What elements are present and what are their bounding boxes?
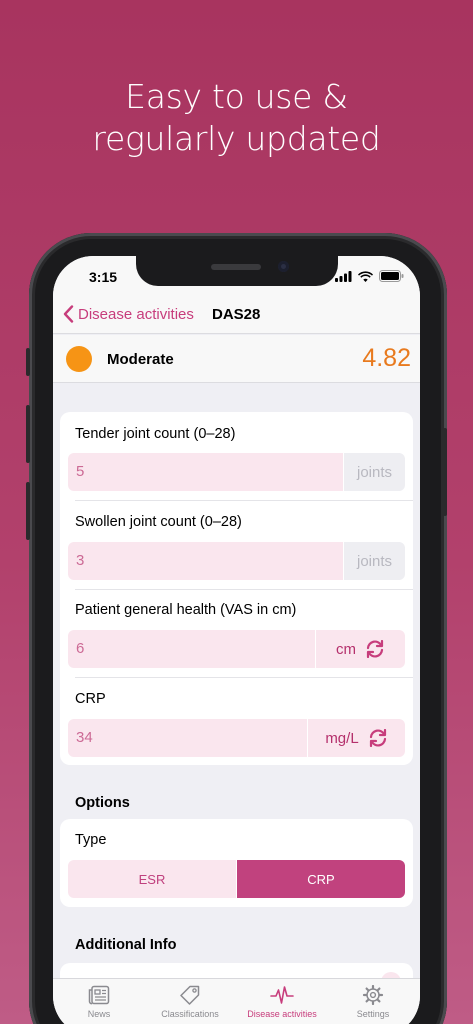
volume-up-button	[26, 405, 30, 463]
options-card: Type ESR CRP	[60, 819, 413, 907]
score-summary: Moderate 4.82	[53, 335, 420, 383]
patient-health-value: 6	[76, 640, 85, 657]
headline-line-2: regularly updated	[92, 119, 381, 158]
crp-label: CRP	[75, 691, 106, 707]
notch	[136, 256, 338, 286]
activity-level: Moderate	[107, 351, 174, 368]
status-time: 3:15	[89, 269, 118, 285]
tab-settings[interactable]: Settings	[328, 985, 418, 1019]
volume-down-button	[26, 482, 30, 540]
speaker-grille	[211, 264, 261, 270]
headline-line-1: Easy to use &	[125, 77, 348, 116]
chevron-left-icon	[63, 305, 74, 323]
tab-disease-activities-label: Disease activities	[247, 1009, 317, 1019]
signal-icon	[335, 270, 352, 282]
das28-score: 4.82	[362, 344, 411, 372]
patient-health-unit: cm	[336, 640, 356, 658]
tab-bar: News Classifications Disease activities	[53, 978, 420, 1024]
battery-icon	[379, 270, 404, 282]
pulse-icon	[270, 986, 294, 1004]
back-button[interactable]: Disease activities	[63, 305, 194, 323]
gear-icon	[362, 985, 384, 1005]
patient-health-unit-toggle[interactable]: cm	[316, 630, 405, 668]
crp-unit: mg/L	[325, 729, 359, 747]
convert-unit-icon	[366, 640, 384, 658]
tender-joint-unit: joints	[344, 453, 405, 491]
swollen-joint-unit: joints	[344, 542, 405, 580]
tab-classifications[interactable]: Classifications	[145, 985, 235, 1019]
tab-disease-activities[interactable]: Disease activities	[237, 985, 327, 1019]
navigation-bar: Disease activities DAS28	[53, 300, 420, 334]
tab-news[interactable]: News	[54, 985, 144, 1019]
patient-health-label: Patient general health (VAS in cm)	[75, 602, 297, 618]
front-camera	[278, 261, 289, 272]
tab-settings-label: Settings	[356, 1009, 390, 1019]
swollen-joint-input[interactable]: 3	[68, 542, 343, 580]
segment-crp[interactable]: CRP	[237, 860, 405, 898]
swollen-joint-value: 3	[76, 552, 85, 569]
app-screen: 3:15 Disease activities DAS28 Moderate 4…	[53, 256, 420, 1024]
additional-info-heading: Additional Info	[75, 937, 177, 953]
swollen-joint-label: Swollen joint count (0–28)	[75, 514, 242, 530]
convert-unit-icon	[369, 729, 386, 747]
type-label: Type	[75, 832, 107, 848]
divider	[75, 677, 413, 678]
options-heading: Options	[75, 795, 130, 811]
crp-input[interactable]: 34	[68, 719, 307, 757]
patient-health-input[interactable]: 6	[68, 630, 315, 668]
page-title: DAS28	[212, 306, 261, 323]
news-icon	[88, 985, 110, 1005]
tab-news-label: News	[87, 1009, 111, 1019]
tag-icon	[180, 985, 200, 1005]
crp-value: 34	[76, 729, 93, 746]
input-card: Tender joint count (0–28) 5 joints Swoll…	[60, 412, 413, 765]
tab-classifications-label: Classifications	[161, 1009, 219, 1019]
promo-headline: Easy to use & regularly updated	[0, 76, 473, 160]
back-button-label: Disease activities	[78, 305, 194, 323]
activity-level-indicator	[66, 346, 92, 372]
status-icons	[335, 270, 404, 282]
divider	[75, 500, 413, 501]
divider	[75, 589, 413, 590]
mute-switch	[26, 348, 30, 376]
tender-joint-input[interactable]: 5	[68, 453, 343, 491]
crp-unit-toggle[interactable]: mg/L	[308, 719, 405, 757]
power-button	[443, 428, 447, 516]
segment-esr[interactable]: ESR	[68, 860, 236, 898]
wifi-icon	[358, 270, 373, 282]
tender-joint-value: 5	[76, 463, 85, 480]
tender-joint-label: Tender joint count (0–28)	[75, 426, 236, 442]
